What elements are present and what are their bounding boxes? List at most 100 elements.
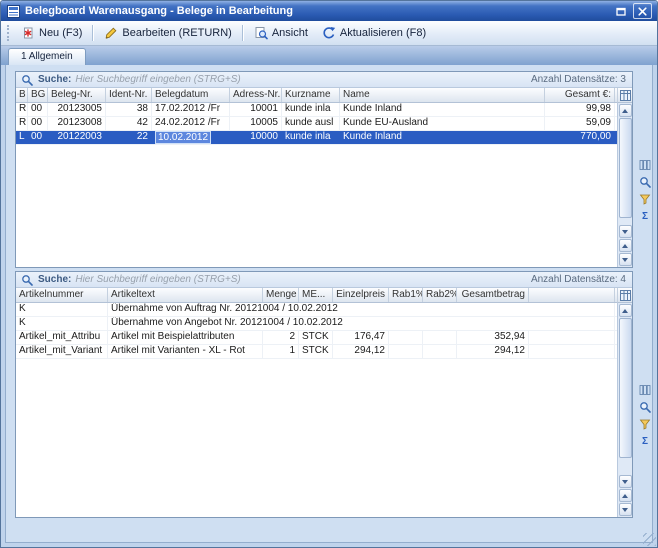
table-cell[interactable]: L (16, 131, 28, 144)
table-cell[interactable]: 10.02.2012 (152, 131, 230, 144)
column-header[interactable]: Kurzname (282, 88, 340, 103)
table-cell[interactable]: 20123008 (48, 117, 106, 130)
scrollbar-track[interactable] (619, 118, 632, 223)
restore-button[interactable] (612, 4, 629, 18)
scroll-down-button[interactable] (619, 475, 632, 488)
titlebar[interactable]: Belegboard Warenausgang - Belege in Bear… (1, 1, 657, 21)
table-cell[interactable] (389, 331, 423, 344)
column-header[interactable]: Menge (263, 288, 299, 303)
new-button[interactable]: Neu (F3) (14, 22, 89, 44)
table-cell[interactable]: Artikel_mit_Attribu (16, 331, 108, 344)
table-cell[interactable]: R (16, 103, 28, 116)
column-chooser-button[interactable] (617, 88, 632, 103)
table-cell[interactable]: 10005 (230, 117, 282, 130)
table-row[interactable]: L00201220032210.02.201210000kunde inlaKu… (16, 131, 617, 145)
table-cell[interactable] (423, 331, 457, 344)
table-cell[interactable]: 00 (28, 103, 48, 116)
table-row[interactable]: Artikel_mit_VariantArtikel mit Varianten… (16, 345, 617, 359)
table-cell[interactable]: kunde inla (282, 103, 340, 116)
column-header[interactable]: Artikeltext (108, 288, 263, 303)
table-cell[interactable]: 1 (263, 345, 299, 358)
table-row[interactable]: Artikel_mit_AttribuArtikel mit Beispiela… (16, 331, 617, 345)
table-cell[interactable]: 10001 (230, 103, 282, 116)
table-row[interactable]: KÜbernahme von Angebot Nr. 20121004 / 10… (16, 317, 617, 331)
view-button[interactable]: Ansicht (247, 22, 315, 44)
table-cell[interactable]: 176,47 (333, 331, 389, 344)
table-cell[interactable]: STCK (299, 331, 333, 344)
scroll-up-button[interactable] (619, 304, 632, 317)
column-header[interactable]: Gesamt €: (545, 88, 615, 103)
column-header[interactable]: Gesamtbetrag (457, 288, 529, 303)
search-input[interactable] (75, 274, 527, 286)
table-cell[interactable]: 24.02.2012 /Fr (152, 117, 230, 130)
table-cell[interactable]: 294,12 (457, 345, 529, 358)
resize-grip[interactable] (643, 533, 656, 546)
toolbar-grip[interactable] (7, 25, 9, 41)
table-cell[interactable]: R (16, 117, 28, 130)
table-cell[interactable]: STCK (299, 345, 333, 358)
table-cell[interactable]: 294,12 (333, 345, 389, 358)
table-cell[interactable]: Kunde Inland (340, 131, 545, 144)
table-cell[interactable]: 770,00 (545, 131, 615, 144)
table-cell[interactable]: 99,98 (545, 103, 615, 116)
columns-icon[interactable] (638, 383, 652, 397)
table-cell[interactable]: 352,94 (457, 331, 529, 344)
inline-date-editor[interactable]: 10.02.2012 (155, 131, 211, 144)
table-row[interactable]: KÜbernahme von Auftrag Nr. 20121004 / 10… (16, 303, 617, 317)
table-row[interactable]: R00201230053817.02.2012 /Fr10001kunde in… (16, 103, 617, 117)
table-cell[interactable] (529, 345, 615, 358)
table-cell[interactable]: Übernahme von Angebot Nr. 20121004 / 10.… (108, 317, 615, 330)
refresh-button[interactable]: Aktualisieren (F8) (315, 22, 433, 44)
table-cell[interactable]: 20123005 (48, 103, 106, 116)
table-cell[interactable] (389, 345, 423, 358)
table-cell[interactable]: 00 (28, 117, 48, 130)
next-record-button[interactable] (619, 253, 632, 266)
column-header[interactable]: Rab1% (389, 288, 423, 303)
column-header[interactable]: Einzelpreis (333, 288, 389, 303)
table-row[interactable]: R00201230084224.02.2012 /Fr10005kunde au… (16, 117, 617, 131)
vertical-scrollbar[interactable] (617, 303, 632, 517)
column-header[interactable]: Belegdatum (152, 88, 230, 103)
scrollbar-thumb[interactable] (619, 118, 632, 218)
table-cell[interactable]: 22 (106, 131, 152, 144)
column-header[interactable]: Rab2% (423, 288, 457, 303)
column-chooser-button[interactable] (617, 288, 632, 303)
table-cell[interactable] (529, 331, 615, 344)
next-record-button[interactable] (619, 503, 632, 516)
column-header[interactable]: Beleg-Nr. (48, 88, 106, 103)
filter-icon[interactable] (638, 417, 652, 431)
search-icon[interactable] (638, 400, 652, 414)
column-header[interactable]: Artikelnummer (16, 288, 108, 303)
table-cell[interactable]: kunde ausl (282, 117, 340, 130)
columns-icon[interactable] (638, 158, 652, 172)
table-cell[interactable]: 17.02.2012 /Fr (152, 103, 230, 116)
scroll-down-button[interactable] (619, 225, 632, 238)
column-header[interactable]: ME... (299, 288, 333, 303)
close-button[interactable] (633, 3, 652, 19)
vertical-scrollbar[interactable] (617, 103, 632, 267)
table-cell[interactable]: Artikel_mit_Variant (16, 345, 108, 358)
prev-record-button[interactable] (619, 489, 632, 502)
column-header[interactable]: BG (28, 88, 48, 103)
scrollbar-thumb[interactable] (619, 318, 632, 458)
table-cell[interactable]: 20122003 (48, 131, 106, 144)
sum-icon[interactable]: Σ (638, 209, 652, 223)
table-cell[interactable]: 59,09 (545, 117, 615, 130)
table-cell[interactable]: 10000 (230, 131, 282, 144)
table-cell[interactable] (423, 345, 457, 358)
table-cell[interactable]: Artikel mit Beispielattributen (108, 331, 263, 344)
table-cell[interactable]: Artikel mit Varianten - XL - Rot (108, 345, 263, 358)
filter-icon[interactable] (638, 192, 652, 206)
search-input[interactable] (75, 74, 527, 86)
column-header[interactable]: Adress-Nr. (230, 88, 282, 103)
table-cell[interactable]: Übernahme von Auftrag Nr. 20121004 / 10.… (108, 303, 615, 316)
table-cell[interactable]: 38 (106, 103, 152, 116)
column-header[interactable]: Ident-Nr. (106, 88, 152, 103)
search-icon[interactable] (638, 175, 652, 189)
table-cell[interactable]: Kunde Inland (340, 103, 545, 116)
table-cell[interactable]: K (16, 303, 108, 316)
table-cell[interactable]: Kunde EU-Ausland (340, 117, 545, 130)
sum-icon[interactable]: Σ (638, 434, 652, 448)
column-header[interactable] (529, 288, 615, 303)
table-cell[interactable]: 42 (106, 117, 152, 130)
